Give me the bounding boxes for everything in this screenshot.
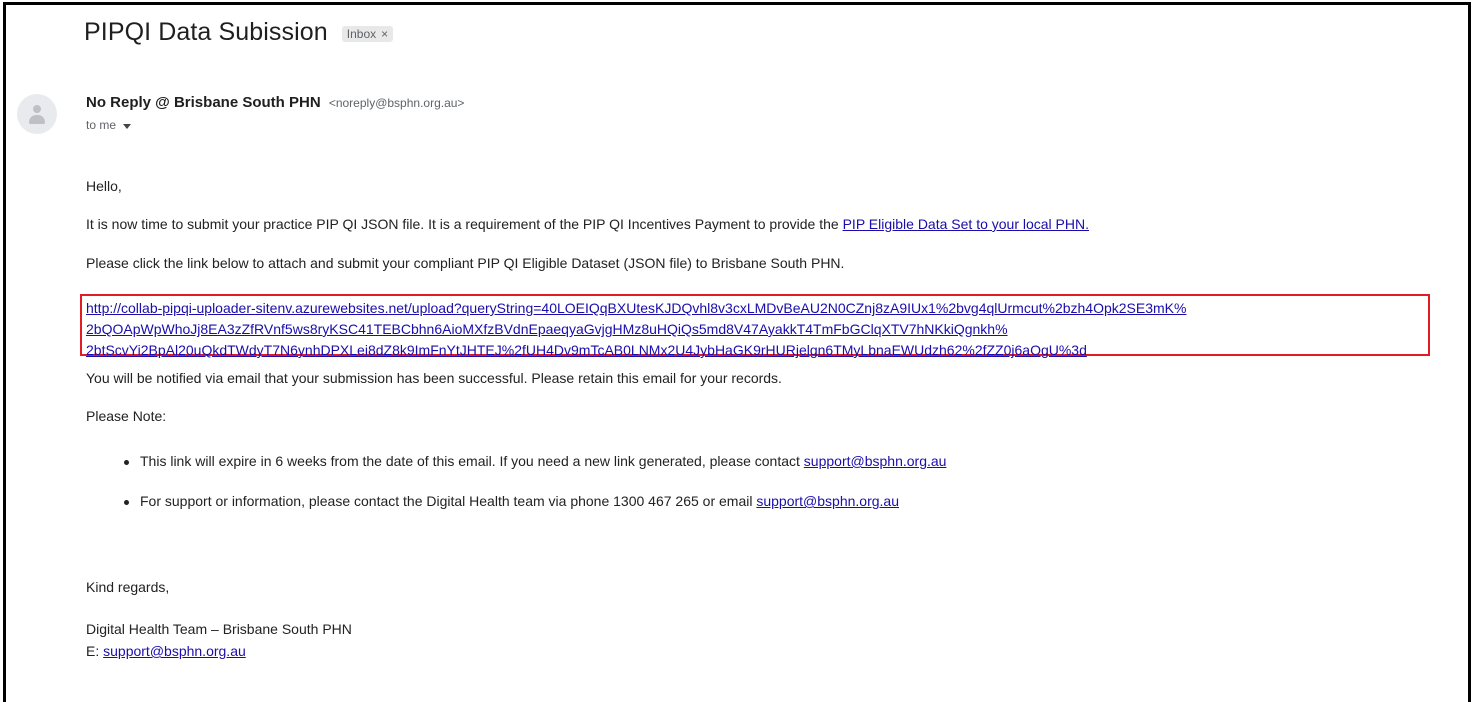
greeting: Hello,: [86, 178, 122, 194]
list-item: This link will expire in 6 weeks from th…: [123, 453, 947, 469]
paragraph-instructions: Please click the link below to attach an…: [86, 255, 845, 271]
paragraph-requirement: It is now time to submit your practice P…: [86, 216, 1089, 232]
paragraph-requirement-text: It is now time to submit your practice P…: [86, 216, 843, 232]
upload-link-line[interactable]: 2btScvYi2BpAl20uQkdTWdyT7N6ynhDPXLei8dZ8…: [86, 340, 1426, 361]
note-heading: Please Note:: [86, 408, 167, 424]
recipient-text: to me: [86, 118, 117, 132]
recipient-row: to me: [86, 118, 132, 132]
subject-row: PIPQI Data Subission Inbox ×: [84, 18, 394, 47]
sender-email: <noreply@bsphn.org.au>: [328, 96, 465, 110]
list-item: For support or information, please conta…: [124, 493, 899, 509]
sender-row: No Reply @ Brisbane South PHN <noreply@b…: [86, 94, 464, 111]
email-subject: PIPQI Data Subission: [84, 18, 328, 46]
signature-email-link[interactable]: support@bsphn.org.au: [103, 643, 246, 659]
inbox-label-text: Inbox: [346, 27, 377, 41]
upload-link[interactable]: http://collab-pipqi-uploader-sitenv.azur…: [86, 298, 1426, 361]
pip-eligible-data-set-link[interactable]: PIP Eligible Data Set to your local PHN.: [843, 216, 1089, 232]
signature-team: Digital Health Team – Brisbane South PHN: [86, 621, 352, 637]
remove-label-icon[interactable]: ×: [381, 27, 388, 41]
upload-link-line[interactable]: http://collab-pipqi-uploader-sitenv.azur…: [86, 298, 1426, 319]
upload-link-line[interactable]: 2bQOApWpWhoJj8EA3zZfRVnf5ws8ryKSC41TEBCb…: [86, 319, 1426, 340]
inbox-label-chip[interactable]: Inbox ×: [341, 26, 394, 42]
caret-down-icon[interactable]: [123, 123, 132, 129]
bullet-text: This link will expire in 6 weeks from th…: [140, 453, 804, 469]
sender-name[interactable]: No Reply @ Brisbane South PHN: [86, 94, 321, 111]
signature-email-prefix: E:: [86, 643, 104, 659]
support-email-link[interactable]: support@bsphn.org.au: [804, 453, 947, 469]
sender-avatar[interactable]: [17, 94, 57, 134]
bullet-text: For support or information, please conta…: [140, 493, 757, 509]
signoff: Kind regards,: [86, 579, 170, 595]
signature-email-row: E: support@bsphn.org.au: [86, 643, 246, 659]
support-email-link[interactable]: support@bsphn.org.au: [756, 493, 899, 509]
paragraph-notification: You will be notified via email that your…: [86, 370, 782, 386]
